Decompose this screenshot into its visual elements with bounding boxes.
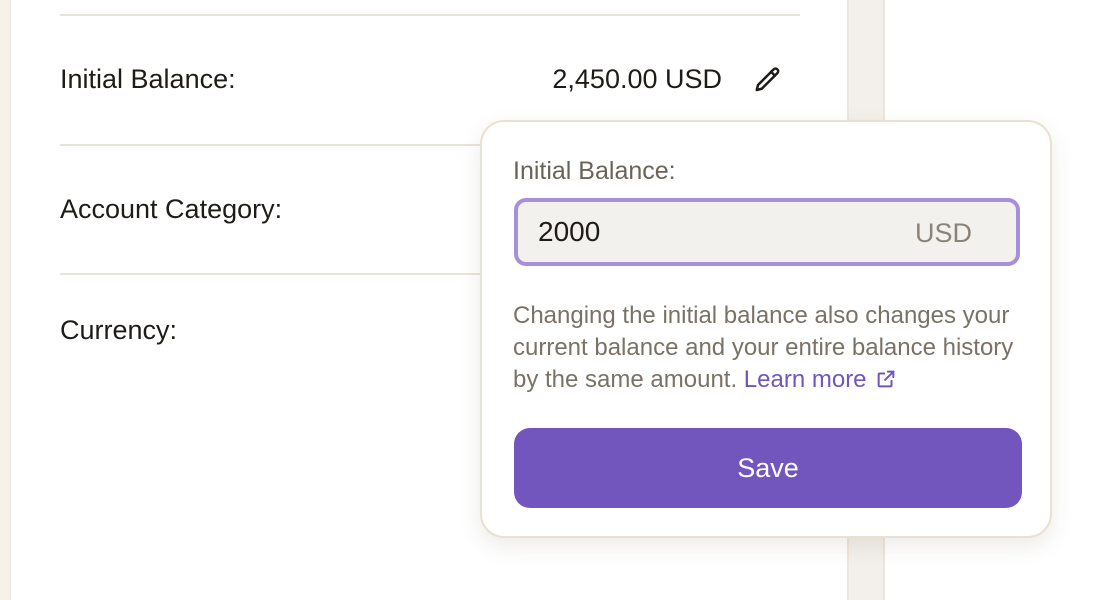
learn-more-label: Learn more (743, 366, 867, 393)
external-link-icon (877, 370, 894, 388)
pencil-icon (755, 67, 780, 92)
initial-balance-label: Initial Balance: (60, 64, 236, 94)
divider-top (60, 14, 800, 16)
currency-label: Currency: (60, 315, 178, 345)
initial-balance-value: 2,450.00 USD (552, 64, 722, 94)
left-border (0, 0, 11, 600)
save-button[interactable]: Save (514, 428, 1022, 508)
initial-balance-popover: Initial Balance: USD Changing the initia… (480, 120, 1052, 538)
learn-more-link[interactable]: Learn more (744, 366, 897, 393)
help-text: Changing the initial balance also change… (513, 300, 1023, 396)
currency-suffix: USD (914, 218, 972, 248)
initial-balance-input-wrapper: USD (514, 198, 1020, 266)
edit-initial-balance-button[interactable] (750, 62, 786, 98)
popover-label: Initial Balance: (513, 157, 676, 185)
initial-balance-input[interactable] (538, 202, 898, 262)
account-category-label: Account Category: (60, 194, 283, 224)
